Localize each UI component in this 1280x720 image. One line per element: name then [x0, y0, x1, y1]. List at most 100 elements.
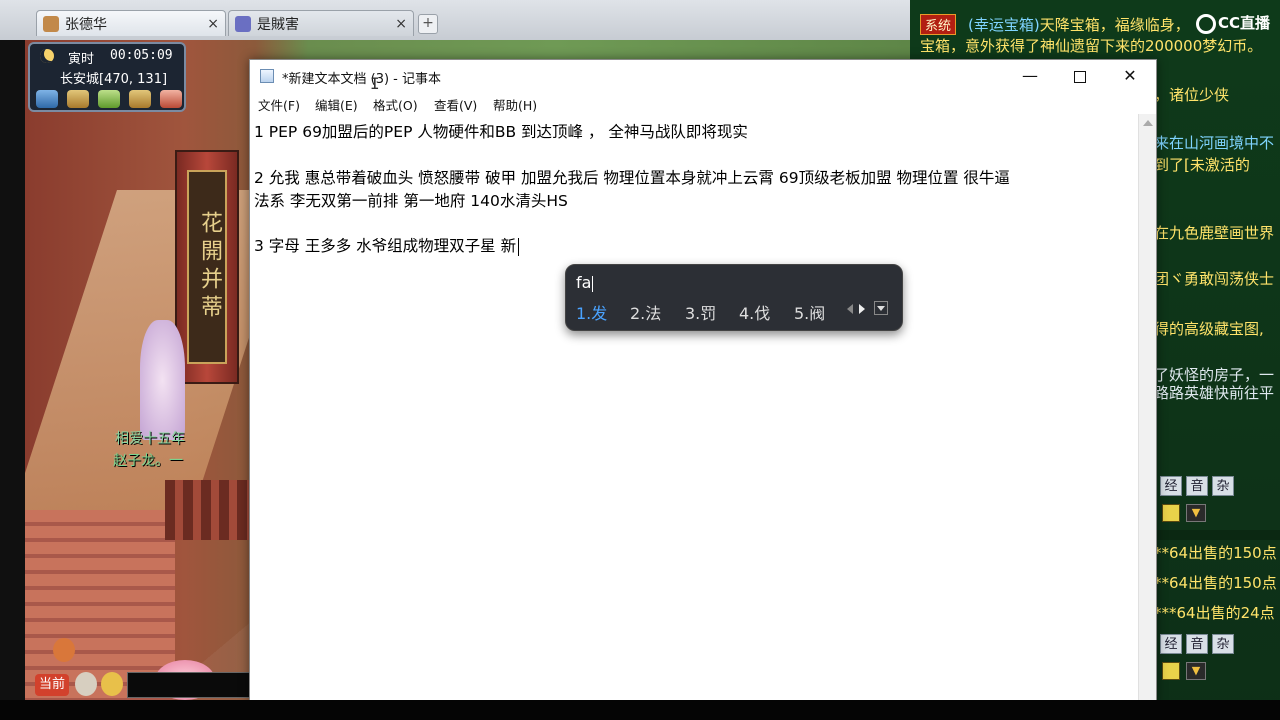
chat-message: 路路英雄快前往平: [1154, 384, 1275, 402]
ime-candidate[interactable]: 4.伐: [739, 300, 770, 324]
time-location-hud: 寅时 00:05:09 长安城[470, 131]: [28, 42, 186, 112]
book-icon[interactable]: [67, 90, 89, 108]
cc-live-logo: CC直播: [1196, 12, 1270, 34]
close-icon[interactable]: ×: [207, 11, 219, 37]
character-avatar-icon: [43, 16, 59, 32]
calendar-icon[interactable]: [160, 90, 182, 108]
chevron-down-icon[interactable]: ▼: [1186, 504, 1206, 522]
text-line: 2 允我 惠总带着破血头 愤怒腰带 破甲 加盟允我后 物理位置本身就冲上云霄 6…: [254, 169, 1010, 187]
channel-button-row: 经 音 杂: [1160, 476, 1280, 496]
character-avatar-icon: [235, 16, 251, 32]
panel-divider: [1154, 530, 1280, 540]
chat-message: 到了[未激活的: [1154, 156, 1250, 174]
chat-message: ***64出售的24点: [1154, 604, 1275, 622]
bottom-black-bar: [0, 700, 1280, 720]
chat-bubble-icon[interactable]: [101, 672, 123, 696]
ime-expand-button[interactable]: [874, 301, 888, 315]
chat-message: 团ヾ勇敢闯荡侠士: [1154, 270, 1275, 288]
hud-icon-row: [36, 90, 182, 108]
text-line: 3 字母 王多多 水爷组成物理双子星 新: [254, 234, 520, 256]
menu-file[interactable]: 文件(F): [258, 95, 300, 114]
ime-candidate[interactable]: 5.阀: [794, 300, 825, 324]
maximize-icon: [1074, 70, 1086, 83]
chat-message: **64出售的150点: [1154, 544, 1277, 562]
menu-format[interactable]: 格式(O): [373, 95, 418, 114]
scroll-up-icon[interactable]: [1143, 120, 1153, 126]
text-editor[interactable]: 1 PEP 69加盟后的PEP 人物硬件和BB 到达顶峰 ， 全神马战队即将现实…: [250, 114, 1138, 702]
game-tab-label: 张德华: [65, 16, 107, 32]
compass-icon[interactable]: [98, 90, 120, 108]
menu-help[interactable]: 帮助(H): [493, 95, 537, 114]
broadcast-line: (幸运宝箱)天降宝箱，福缘临身，: [968, 14, 1190, 35]
cc-logo-icon: [1196, 13, 1216, 34]
scroll-icon[interactable]: [129, 90, 151, 108]
broadcast-line: 宝箱，意外获得了神仙遗留下来的200000梦幻币。: [920, 37, 1263, 55]
close-icon[interactable]: ×: [395, 11, 407, 37]
ime-next-page-icon[interactable]: [859, 304, 865, 314]
broadcast-highlight: (幸运宝箱): [968, 16, 1040, 34]
ibeam-cursor-icon: I: [370, 74, 380, 93]
game-tab-1[interactable]: 张德华 ×: [36, 10, 226, 36]
text-line: 1 PEP 69加盟后的PEP 人物硬件和BB 到达顶峰 ， 全神马战队即将现实: [254, 123, 748, 141]
location-coordinates: 长安城[470, 131]: [60, 72, 168, 87]
title-bar[interactable]: *新建文本文档 (3) - 记事本 — ✕: [250, 60, 1156, 92]
window-title: *新建文本文档 (3) - 记事本: [282, 72, 442, 87]
text-caret: [518, 237, 520, 256]
ime-composition-text: fa: [576, 273, 592, 292]
ime-caret: [592, 275, 594, 292]
ime-composition: fa: [576, 273, 594, 292]
chat-message: **64出售的150点: [1154, 574, 1277, 592]
ime-candidate[interactable]: 3.罚: [685, 300, 716, 324]
chat-message: 在九色鹿壁画世界: [1154, 224, 1275, 242]
microphone-icon[interactable]: [75, 672, 97, 696]
ime-candidate[interactable]: 2.法: [630, 300, 661, 324]
game-clock: 00:05:09: [110, 48, 173, 63]
game-tab-label: 是賊害: [257, 16, 299, 32]
close-button[interactable]: ✕: [1105, 60, 1155, 92]
menu-up-icon[interactable]: [36, 90, 58, 108]
chat-message: ，诸位少侠: [1154, 86, 1230, 104]
game-left-edge: [0, 40, 25, 700]
menu-view[interactable]: 查看(V): [434, 95, 477, 114]
channel-button[interactable]: 经: [1160, 476, 1182, 496]
time-period: 寅时: [68, 52, 95, 67]
notepad-icon: [260, 69, 274, 83]
game-tab-2[interactable]: 是賊害 ×: [228, 10, 414, 36]
notepad-window: *新建文本文档 (3) - 记事本 — ✕ 文件(F) 编辑(E) 格式(O) …: [249, 59, 1157, 703]
player-character[interactable]: [140, 320, 185, 440]
menu-edit[interactable]: 编辑(E): [315, 95, 358, 114]
character-name-label: 赵子龙。一: [113, 453, 183, 469]
text-line-content: 3 字母 王多多 水爷组成物理双子星 新: [254, 237, 517, 255]
ime-candidate-list: 1.发 2.法 3.罚 4.伐 5.阀: [576, 300, 896, 324]
ime-candidate[interactable]: 1.发: [576, 300, 607, 324]
scene-vertical-sign: 花開并蒂: [187, 170, 227, 364]
channel-button[interactable]: 杂: [1212, 476, 1234, 496]
channel-button[interactable]: 音: [1186, 634, 1208, 654]
chevron-down-icon: [877, 306, 885, 311]
channel-button[interactable]: 经: [1160, 634, 1182, 654]
ime-prev-page-icon[interactable]: [847, 304, 853, 314]
minimize-button[interactable]: —: [1005, 60, 1055, 92]
cc-logo-text: CC直播: [1218, 14, 1271, 32]
add-tab-button[interactable]: +: [418, 14, 438, 34]
maximize-button[interactable]: [1055, 60, 1105, 92]
character-name-label: 相爱十五年: [115, 431, 185, 447]
chat-message: 来在山河画境中不: [1154, 134, 1275, 152]
broadcast-text: 天降宝箱，福缘临身，: [1039, 16, 1190, 34]
channel-button-row: 经 音 杂: [1160, 634, 1280, 654]
system-tag: 系统: [920, 14, 957, 35]
system-broadcast: 系统 (幸运宝箱)天降宝箱，福缘临身， 宝箱，意外获得了神仙遗留下来的20000…: [910, 0, 1280, 60]
text-line: 法系 李无双第一前排 第一地府 140水清头HS: [254, 192, 568, 210]
chat-settings-icon[interactable]: [1162, 504, 1180, 522]
fire-icon[interactable]: [53, 638, 75, 662]
vertical-scrollbar[interactable]: [1138, 114, 1156, 702]
chat-settings-icon[interactable]: [1162, 662, 1180, 680]
menu-bar: 文件(F) 编辑(E) 格式(O) 查看(V) 帮助(H): [250, 92, 1156, 114]
game-tab-bar: 张德华 × 是賊害 × +: [0, 0, 910, 41]
current-channel-button[interactable]: 当前: [35, 674, 69, 696]
chevron-down-icon[interactable]: ▼: [1186, 662, 1206, 680]
moon-icon: [40, 49, 54, 63]
channel-button[interactable]: 音: [1186, 476, 1208, 496]
chat-message: 得的高级藏宝图,: [1154, 320, 1264, 338]
channel-button[interactable]: 杂: [1212, 634, 1234, 654]
